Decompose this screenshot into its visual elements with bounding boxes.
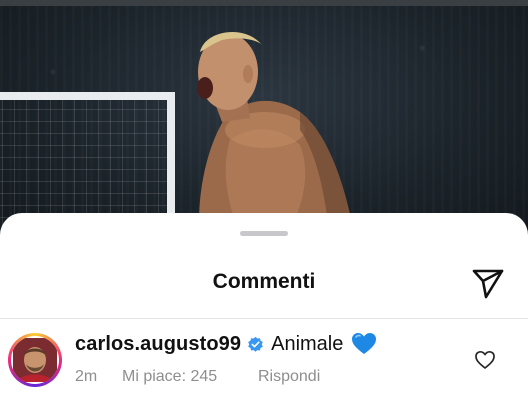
like-comment-button[interactable] <box>474 349 496 371</box>
app-screen: Commenti carlos.augusto99 Animale 2m Mi … <box>0 0 528 412</box>
comment-text: Animale <box>271 332 344 355</box>
comment-time: 2m <box>75 368 98 385</box>
header-divider <box>0 318 528 319</box>
share-button[interactable] <box>470 265 506 301</box>
comment-meta: 2m Mi piace: 245 Rispondi <box>75 368 320 386</box>
comment-like-count[interactable]: Mi piace: 245 <box>122 368 258 386</box>
post-photo <box>0 0 528 240</box>
comments-sheet: Commenti carlos.augusto99 Animale 2m Mi … <box>0 213 528 412</box>
verified-badge-icon <box>247 336 264 353</box>
sheet-grabber-handle[interactable] <box>240 231 288 236</box>
avatar-story-ring[interactable] <box>8 333 62 387</box>
avatar <box>11 336 59 384</box>
celebrating-player-image <box>197 32 355 240</box>
user-avatar-image <box>13 338 57 382</box>
comment-username[interactable]: carlos.augusto99 <box>75 333 241 356</box>
heart-outline-icon <box>475 350 495 369</box>
blue-heart-emoji-icon <box>351 332 377 356</box>
paper-plane-icon <box>472 269 504 299</box>
reply-button[interactable]: Rispondi <box>258 368 320 386</box>
sheet-title: Commenti <box>212 270 316 293</box>
comment-line: carlos.augusto99 Animale <box>75 332 377 356</box>
